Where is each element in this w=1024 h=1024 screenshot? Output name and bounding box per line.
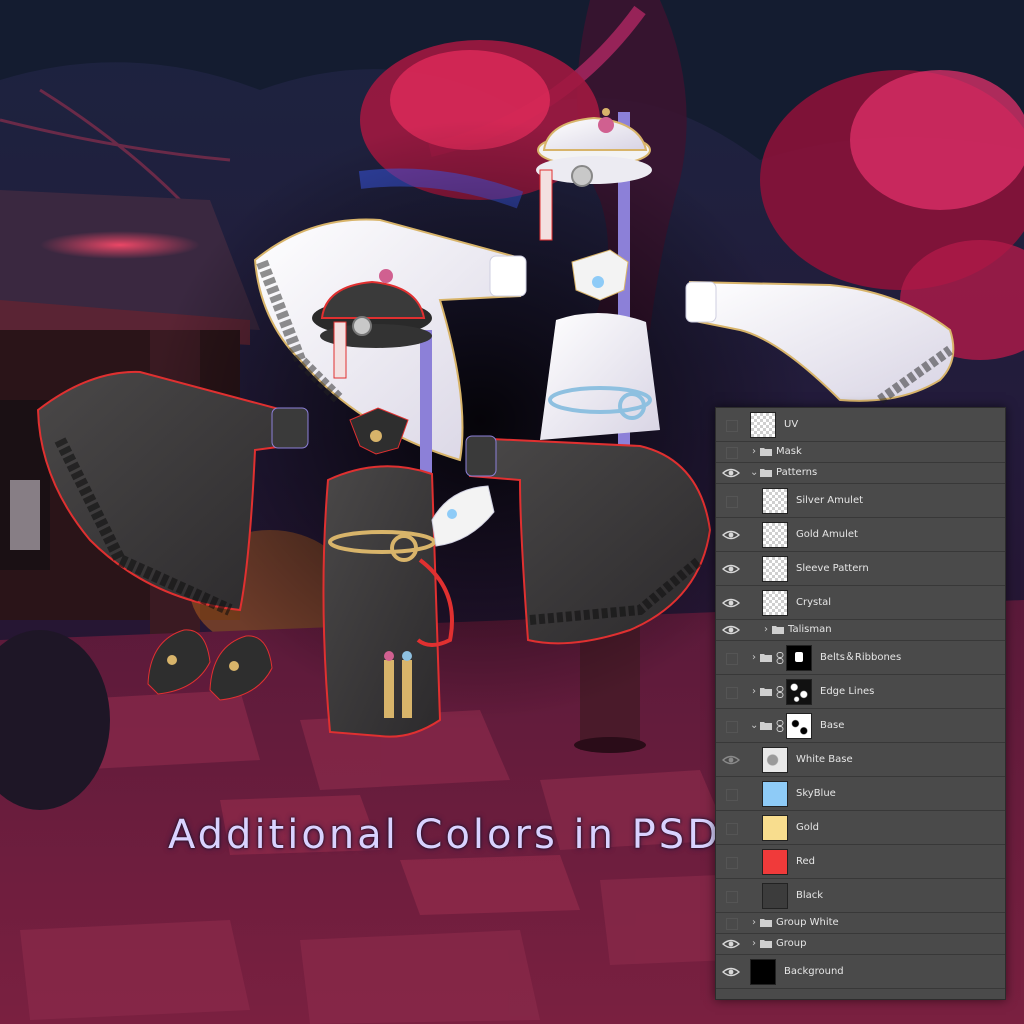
- chevron-right-icon[interactable]: ›: [750, 445, 758, 459]
- layer-name: White Base: [796, 753, 853, 765]
- layer-name: UV: [784, 418, 799, 430]
- layer-row-talisman[interactable]: › Talisman: [716, 620, 1005, 641]
- layer-thumbnail[interactable]: [762, 488, 788, 514]
- layers-panel: UV › Mask ⌄ Patterns Silver Amulet Gold Amulet…: [715, 407, 1006, 1000]
- layer-thumbnail[interactable]: [762, 781, 788, 807]
- folder-icon: [760, 653, 772, 662]
- layer-row-crystal[interactable]: Crystal: [716, 586, 1005, 620]
- layer-name: Edge Lines: [820, 685, 875, 697]
- layer-name: Belts＆Ribbones: [820, 651, 902, 663]
- eye-icon[interactable]: [722, 965, 740, 979]
- visibility-toggle[interactable]: [726, 495, 738, 508]
- layer-row-sleeve-pattern[interactable]: Sleeve Pattern: [716, 552, 1005, 586]
- layer-name: Black: [796, 889, 824, 901]
- layer-thumbnail[interactable]: [762, 556, 788, 582]
- layer-row-white-base[interactable]: White Base: [716, 743, 1005, 777]
- layer-name: Mask: [776, 446, 802, 457]
- layer-name: Group White: [776, 917, 839, 928]
- chevron-down-icon[interactable]: ⌄: [750, 719, 758, 733]
- chevron-right-icon[interactable]: ›: [762, 623, 770, 637]
- layer-row-gold[interactable]: Gold: [716, 811, 1005, 845]
- mask-thumbnail[interactable]: [786, 679, 812, 705]
- mask-thumbnail[interactable]: [786, 645, 812, 671]
- layer-row-group[interactable]: › Group: [716, 934, 1005, 955]
- layer-name: Patterns: [776, 467, 818, 478]
- visibility-toggle[interactable]: [726, 447, 738, 459]
- layer-name: Sleeve Pattern: [796, 562, 869, 574]
- visibility-toggle[interactable]: [726, 652, 738, 665]
- folder-icon: [760, 687, 772, 696]
- layer-name: SkyBlue: [796, 787, 836, 799]
- mask-thumbnail[interactable]: [786, 713, 812, 739]
- layer-thumbnail[interactable]: [762, 590, 788, 616]
- eye-icon[interactable]: [722, 562, 740, 576]
- layer-name: Silver Amulet: [796, 494, 864, 506]
- layer-row-skyblue[interactable]: SkyBlue: [716, 777, 1005, 811]
- link-icon[interactable]: [776, 719, 784, 732]
- eye-icon[interactable]: [722, 528, 740, 542]
- layer-thumbnail[interactable]: [762, 522, 788, 548]
- chevron-right-icon[interactable]: ›: [750, 937, 758, 951]
- layer-row-red[interactable]: Red: [716, 845, 1005, 879]
- layer-name: Red: [796, 855, 815, 867]
- chevron-right-icon[interactable]: ›: [750, 685, 758, 699]
- layer-thumbnail[interactable]: [750, 959, 776, 985]
- folder-icon: [760, 939, 772, 948]
- layer-name: Talisman: [788, 624, 832, 635]
- eye-icon[interactable]: [722, 466, 740, 480]
- layer-row-group-white[interactable]: › Group White: [716, 913, 1005, 934]
- folder-icon: [760, 447, 772, 456]
- layer-name: Group: [776, 938, 807, 949]
- visibility-toggle[interactable]: [726, 720, 738, 733]
- visibility-toggle[interactable]: [726, 822, 738, 835]
- chevron-right-icon[interactable]: ›: [750, 651, 758, 665]
- layer-thumbnail[interactable]: [762, 849, 788, 875]
- eye-icon[interactable]: [722, 937, 740, 951]
- link-icon[interactable]: [776, 651, 784, 664]
- folder-icon: [772, 625, 784, 634]
- layer-row-mask[interactable]: › Mask: [716, 442, 1005, 463]
- chevron-right-icon[interactable]: ›: [750, 916, 758, 930]
- layer-name: Gold Amulet: [796, 528, 858, 540]
- eye-icon[interactable]: [722, 753, 740, 767]
- layer-row-silver-amulet[interactable]: Silver Amulet: [716, 484, 1005, 518]
- layer-row-black[interactable]: Black: [716, 879, 1005, 913]
- folder-icon: [760, 918, 772, 927]
- layer-row-edge-lines[interactable]: › Edge Lines: [716, 675, 1005, 709]
- layer-thumbnail[interactable]: [762, 747, 788, 773]
- layer-row-background[interactable]: Background: [716, 955, 1005, 989]
- eye-icon[interactable]: [722, 623, 740, 637]
- link-icon[interactable]: [776, 685, 784, 698]
- visibility-toggle[interactable]: [726, 419, 738, 432]
- layer-thumbnail[interactable]: [750, 412, 776, 438]
- folder-icon: [760, 468, 772, 477]
- layer-row-uv[interactable]: UV: [716, 408, 1005, 442]
- visibility-toggle[interactable]: [726, 686, 738, 699]
- folder-icon: [760, 721, 772, 730]
- layer-row-base[interactable]: ⌄ Base: [716, 709, 1005, 743]
- layer-name: Background: [784, 965, 844, 977]
- chevron-down-icon[interactable]: ⌄: [750, 466, 758, 480]
- visibility-toggle[interactable]: [726, 856, 738, 869]
- visibility-toggle[interactable]: [726, 788, 738, 801]
- layer-row-patterns[interactable]: ⌄ Patterns: [716, 463, 1005, 484]
- layer-name: Base: [820, 719, 845, 731]
- layer-thumbnail[interactable]: [762, 883, 788, 909]
- visibility-toggle[interactable]: [726, 918, 738, 930]
- layer-name: Gold: [796, 821, 819, 833]
- layer-row-belts-ribbones[interactable]: › Belts＆Ribbones: [716, 641, 1005, 675]
- layer-row-gold-amulet[interactable]: Gold Amulet: [716, 518, 1005, 552]
- layer-thumbnail[interactable]: [762, 815, 788, 841]
- layer-name: Crystal: [796, 596, 832, 608]
- eye-icon[interactable]: [722, 596, 740, 610]
- visibility-toggle[interactable]: [726, 890, 738, 903]
- promo-caption: Additional Colors in PSD: [168, 812, 721, 858]
